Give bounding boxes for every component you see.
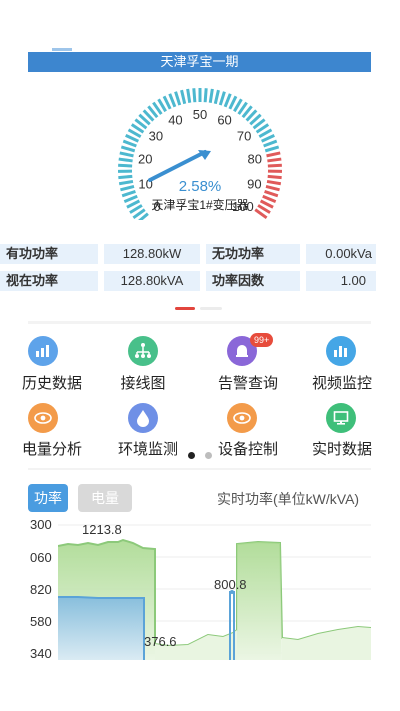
gauge-segment [263,139,278,148]
gauge-segment [262,194,277,203]
menu-video-monitor-label[interactable]: 视频监控 [312,372,372,393]
menu-page-dot[interactable] [205,452,212,459]
gauge-segment [123,194,138,203]
alarm-count-badge: 99+ [250,333,274,347]
chart-caption: 实时功率(单位kW/kVA) [217,491,360,507]
menu-wiring-diagram-label[interactable]: 接线图 [113,372,173,393]
gauge-segment [266,179,282,186]
gauge-segment [174,91,182,106]
y-tick-label: 060 [30,550,52,565]
menu-history-data-label[interactable]: 历史数据 [12,372,92,393]
gauge-segment [119,151,134,158]
gauge-needle [148,150,207,182]
environment-icon [128,403,158,433]
menu-history-data[interactable] [28,336,58,366]
gauge-tick-label: 50 [193,107,207,122]
gauge-segment [218,91,226,106]
gauge-segment [203,88,208,103]
load-gauge: 010203040 50 60708090100 2.58% 天津孚宝1#变压器 [117,88,283,220]
gauge-tick-label: 70 [237,129,251,144]
gauge-segment [267,174,282,180]
menu-wiring-diagram[interactable] [128,336,158,366]
series-blue-area [58,597,144,660]
gauge-tick-label: 60 [217,113,231,128]
gauge-segment [186,88,192,104]
history-chart-icon [28,336,58,366]
video-monitor-icon [326,336,356,366]
gauge-value: 2.58% [179,178,222,195]
gauge-segment [192,88,197,103]
menu-device-control-label[interactable]: 设备控制 [210,438,286,459]
gauge-segment [125,133,140,143]
gauge-caption: 天津孚宝1#变压器 [151,197,248,212]
metric-active-power-label: 有功功率 [0,244,98,264]
metric-active-power-value: 128.80kW [104,244,200,264]
gauge-segment [267,157,282,163]
gauge-segment [120,145,136,153]
station-title[interactable]: 天津孚宝一期 [28,52,371,72]
menu-environment-monitor[interactable] [128,403,158,433]
gauge-segment [120,184,135,192]
energy-analysis-icon [28,403,58,433]
gauge-tick-label: 90 [247,177,261,192]
metric-power-factor-value: 1.00 [306,271,376,291]
metric-power-factor-label: 功率因数 [206,271,300,291]
menu-video-monitor[interactable] [326,336,356,366]
gauge-segment [121,189,136,198]
section-divider [28,321,371,324]
device-control-icon [227,403,257,433]
metric-apparent-power-label: 视在功率 [0,271,98,291]
menu-realtime-data-label[interactable]: 实时数据 [312,438,372,459]
gauge-tick-label: 80 [248,151,262,166]
tab-power[interactable]: 功率 [28,484,68,512]
gauge-tick-label: 40 [168,113,182,128]
menu-environment-monitor-label[interactable]: 环境监测 [110,438,186,459]
gauge-segment [122,139,137,148]
header-accent [52,48,72,51]
gauge-segment [223,93,232,108]
y-tick-label: 340 [30,646,52,661]
y-tick-label: 820 [30,582,52,597]
annotation-mark: 800.8 [214,577,247,592]
annotation-max: 1213.8 [82,522,122,537]
gauge-segment [228,95,238,110]
gauge-segment [213,89,220,105]
annotation-min: 376.6 [144,634,177,649]
gauge-segment [118,174,133,180]
metric-reactive-power-value: 0.00kVa [306,244,376,264]
gauge-segment [118,179,134,186]
gauge-segment [118,163,133,168]
gauge-segment [118,157,133,163]
metric-apparent-power-value: 128.80kVA [104,271,200,291]
gauge-segment [168,93,177,108]
menu-energy-analysis[interactable] [28,403,58,433]
gauge-segment [162,95,172,110]
metrics-page-indicator-active[interactable] [175,307,195,310]
gauge-segment [267,163,282,168]
section-divider [28,468,371,470]
y-tick-label: 580 [30,614,52,629]
menu-realtime-data[interactable] [326,403,356,433]
gauge-segment [264,145,280,153]
gauge-segment [266,151,281,158]
realtime-data-icon [326,403,356,433]
gauge-tick-label: 30 [149,129,163,144]
y-tick-label: 300 [30,517,52,532]
gauge-tick-label: 20 [138,151,152,166]
gauge-segment [180,89,187,105]
menu-energy-analysis-label[interactable]: 电量分析 [12,438,92,459]
wiring-diagram-icon [128,336,158,366]
realtime-power-chart: 1213.8 800.8 376.6 [58,522,371,660]
tab-energy[interactable]: 电量 [78,484,132,512]
gauge-segment [208,88,214,104]
gauge-segment [265,184,280,192]
menu-page-dot-active[interactable] [188,452,195,459]
menu-alarm-query-label[interactable]: 告警查询 [210,372,286,393]
metric-reactive-power-label: 无功功率 [206,244,300,264]
gauge-segment [260,133,275,143]
metrics-page-indicator[interactable] [200,307,222,310]
gauge-segment [264,189,279,198]
menu-device-control[interactable] [227,403,257,433]
series-green-area-2 [237,542,282,660]
